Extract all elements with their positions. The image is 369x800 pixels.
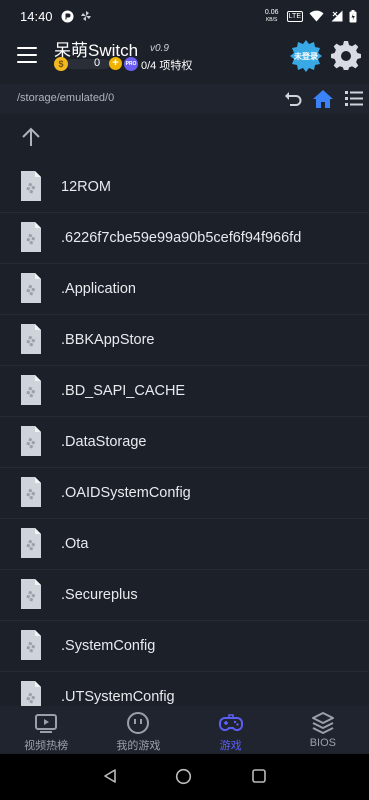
app-header: 呆萌Switch v0.9 $ 0 + PRO 0/4 项特权 未登录 bbox=[0, 32, 369, 78]
nav-item-games[interactable]: 游戏 bbox=[185, 706, 277, 754]
file-row[interactable]: .UTSystemConfig bbox=[0, 672, 369, 706]
undo-icon[interactable] bbox=[283, 89, 303, 109]
wifi-icon bbox=[309, 10, 324, 22]
parent-directory-row[interactable] bbox=[0, 118, 369, 158]
nav-item-my-games[interactable]: 我的游戏 bbox=[92, 706, 184, 754]
smiley-icon bbox=[127, 712, 150, 734]
nav-item-bios[interactable]: BIOS bbox=[277, 706, 369, 754]
file-name: .DataStorage bbox=[61, 434, 147, 450]
arrow-up-icon bbox=[22, 127, 40, 146]
list-view-icon[interactable] bbox=[344, 89, 364, 109]
file-name: .6226f7cbe59e99a90b5cef6f94f966fd bbox=[61, 230, 302, 246]
app-version: v0.9 bbox=[150, 43, 169, 54]
file-row[interactable]: .BD_SAPI_CACHE bbox=[0, 366, 369, 417]
login-badge-label: 未登录 bbox=[294, 52, 318, 61]
file-icon bbox=[20, 171, 42, 201]
video-icon bbox=[35, 714, 58, 733]
coin-count: 0 bbox=[94, 57, 101, 69]
file-icon bbox=[20, 324, 42, 354]
battery-icon bbox=[349, 9, 357, 22]
add-coin-icon[interactable]: + bbox=[109, 57, 122, 70]
nav-label: 我的游戏 bbox=[116, 740, 161, 752]
net-speed: 0.06 KB/S bbox=[264, 8, 279, 23]
file-name: .SystemConfig bbox=[61, 638, 156, 654]
recent-apps-icon[interactable] bbox=[252, 769, 266, 783]
home-circle-icon[interactable] bbox=[175, 768, 192, 785]
file-icon bbox=[20, 273, 42, 303]
file-icon bbox=[20, 681, 42, 706]
file-row[interactable]: .OAIDSystemConfig bbox=[0, 468, 369, 519]
file-row[interactable]: .Secureplus bbox=[0, 570, 369, 621]
file-name: .UTSystemConfig bbox=[61, 689, 175, 705]
privilege-text: 0/4 项特权 bbox=[141, 60, 193, 72]
status-left-icons bbox=[61, 10, 92, 23]
file-list: 12ROM .6226f7cbe59e99a90b5cef6f94f966fd .A… bbox=[0, 162, 369, 706]
lte-badge: LTE bbox=[286, 10, 303, 22]
file-icon bbox=[20, 375, 42, 405]
file-name: .Application bbox=[61, 281, 136, 297]
status-right-icons: 0.06 KB/S LTE bbox=[263, 9, 357, 24]
file-row[interactable]: .6226f7cbe59e99a90b5cef6f94f966fd bbox=[0, 213, 369, 264]
status-bar: 14:40 0.06 KB/S LTE bbox=[0, 0, 369, 32]
file-name: .BBKAppStore bbox=[61, 332, 155, 348]
file-icon bbox=[20, 579, 42, 609]
app-notification-icon bbox=[61, 10, 74, 22]
bottom-nav: 视频热榜 我的游戏 游戏 BIOS bbox=[0, 706, 369, 754]
coin-bar bbox=[66, 59, 110, 69]
nav-label: 游戏 bbox=[219, 740, 242, 752]
nav-item-video-hot[interactable]: 视频热榜 bbox=[0, 706, 92, 754]
file-row[interactable]: .SystemConfig bbox=[0, 621, 369, 672]
file-icon bbox=[20, 477, 42, 507]
file-row[interactable]: .Ota bbox=[0, 519, 369, 570]
layers-icon bbox=[311, 712, 334, 734]
android-nav-bar bbox=[0, 754, 369, 800]
file-icon bbox=[20, 630, 42, 660]
signal-icon bbox=[331, 10, 343, 22]
nav-label: 视频热榜 bbox=[24, 740, 69, 752]
file-row[interactable]: 12ROM bbox=[0, 162, 369, 213]
file-name: .Ota bbox=[61, 536, 89, 552]
file-icon bbox=[20, 222, 42, 252]
file-row[interactable]: .BBKAppStore bbox=[0, 315, 369, 366]
back-triangle-icon[interactable] bbox=[102, 768, 118, 784]
nav-label: BIOS bbox=[309, 737, 337, 749]
file-name: 12ROM bbox=[61, 179, 111, 195]
file-icon bbox=[20, 426, 42, 456]
file-name: .BD_SAPI_CACHE bbox=[61, 383, 186, 399]
current-path: /storage/emulated/0 bbox=[17, 92, 115, 104]
home-icon[interactable] bbox=[312, 88, 334, 110]
gear-icon[interactable] bbox=[331, 40, 361, 70]
file-row[interactable]: .Application bbox=[0, 264, 369, 315]
file-icon bbox=[20, 528, 42, 558]
login-badge[interactable]: 未登录 bbox=[290, 40, 322, 72]
gamepad-icon bbox=[218, 714, 243, 731]
file-name: .OAIDSystemConfig bbox=[61, 485, 191, 501]
coin-icon: $ bbox=[54, 57, 68, 71]
status-time: 14:40 bbox=[20, 8, 53, 24]
pro-badge: PRO bbox=[124, 57, 138, 71]
pinwheel-icon bbox=[80, 11, 91, 21]
path-bar: /storage/emulated/0 bbox=[0, 84, 369, 114]
file-row[interactable]: .DataStorage bbox=[0, 417, 369, 468]
menu-icon[interactable] bbox=[17, 47, 37, 63]
file-name: .Secureplus bbox=[61, 587, 138, 603]
